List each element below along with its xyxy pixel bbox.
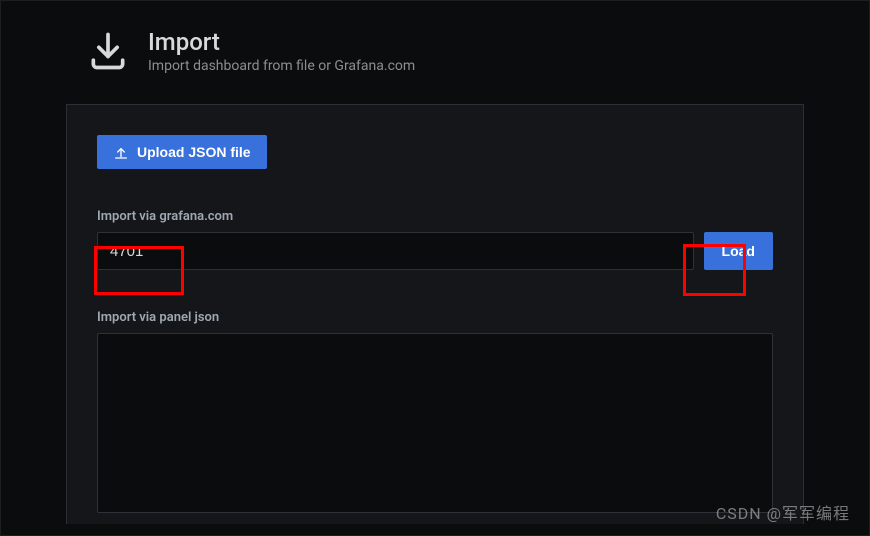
grafana-import-input[interactable] bbox=[97, 232, 694, 270]
grafana-import-label: Import via grafana.com bbox=[97, 209, 773, 224]
load-button[interactable]: Load bbox=[704, 232, 773, 270]
upload-icon bbox=[113, 144, 129, 160]
panel-json-section: Import via panel json bbox=[97, 310, 773, 517]
grafana-import-section: Import via grafana.com Load bbox=[97, 209, 773, 270]
upload-json-button[interactable]: Upload JSON file bbox=[97, 135, 267, 169]
page-title: Import bbox=[148, 28, 415, 56]
page-header: Import Import dashboard from file or Gra… bbox=[0, 28, 870, 74]
panel-json-label: Import via panel json bbox=[97, 310, 773, 325]
panel-json-textarea[interactable] bbox=[97, 333, 773, 513]
main-panel: Upload JSON file Import via grafana.com … bbox=[66, 104, 804, 524]
page-container: Import Import dashboard from file or Gra… bbox=[0, 0, 870, 536]
grafana-import-row: Load bbox=[97, 232, 773, 270]
header-text: Import Import dashboard from file or Gra… bbox=[148, 28, 415, 74]
page-subtitle: Import dashboard from file or Grafana.co… bbox=[148, 58, 415, 74]
import-icon bbox=[86, 29, 130, 73]
upload-button-label: Upload JSON file bbox=[137, 144, 251, 160]
